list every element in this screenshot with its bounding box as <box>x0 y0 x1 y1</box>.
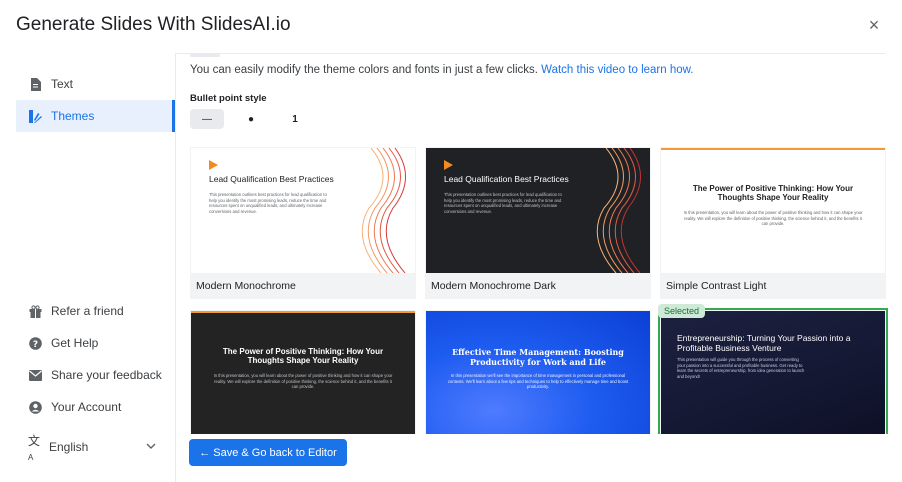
sidebar-item-help[interactable]: ? Get Help <box>16 327 174 359</box>
language-select[interactable]: 文A English <box>16 433 160 462</box>
theme-grid: Lead Qualification Best Practices This p… <box>190 147 890 434</box>
theme-name: Modern Monochrome <box>196 280 296 292</box>
theme-thumbnail: The Power of Positive Thinking: How Your… <box>191 311 415 434</box>
sidebar-item-feedback[interactable]: Share your feedback <box>16 359 174 391</box>
bullet-option-number[interactable]: 1 <box>278 109 312 129</box>
arrow-icon <box>444 160 453 170</box>
watch-video-link[interactable]: Watch this video to learn how. <box>541 64 693 76</box>
theme-card-modern-monochrome-dark[interactable]: Lead Qualification Best Practices This p… <box>425 147 651 299</box>
language-label: English <box>49 440 89 454</box>
sidebar-item-account[interactable]: Your Account <box>16 391 174 423</box>
themes-panel: You can easily modify the theme colors a… <box>190 54 890 482</box>
dialog-title: Generate Slides With SlidesAI.io <box>16 14 291 35</box>
theme-thumbnail: The Power of Positive Thinking: How Your… <box>661 148 885 273</box>
account-icon <box>28 400 42 414</box>
translate-icon: 文A <box>28 433 41 462</box>
svg-text:?: ? <box>32 340 37 350</box>
chevron-down-icon <box>146 439 156 453</box>
sidebar-item-label: Get Help <box>51 336 99 350</box>
wave-graphic <box>361 148 406 273</box>
sidebar-item-label: Your Account <box>51 400 122 414</box>
bullet-option-dash[interactable]: — <box>190 109 224 129</box>
theme-card-simple-contrast-light[interactable]: The Power of Positive Thinking: How Your… <box>660 147 886 299</box>
theme-card-simple-contrast-dark[interactable]: The Power of Positive Thinking: How Your… <box>190 310 416 434</box>
mail-icon <box>28 368 42 382</box>
theme-thumbnail: Entrepreneurship: Turning Your Passion i… <box>661 311 885 434</box>
theme-name: Simple Contrast Light <box>666 280 767 292</box>
sidebar-item-label: Share your feedback <box>51 368 162 382</box>
theme-thumbnail: Effective Time Management: Boosting Prod… <box>426 311 650 434</box>
scroll-remnant <box>190 54 220 57</box>
help-icon: ? <box>28 336 42 350</box>
sidebar: Text Themes Refer a friend ? Get Help Sh… <box>0 54 176 482</box>
themes-icon <box>28 109 42 123</box>
selected-badge: Selected <box>658 304 706 318</box>
theme-thumbnail: Lead Qualification Best Practices This p… <box>426 148 650 273</box>
gift-icon <box>28 304 42 318</box>
theme-card-modern-monochrome[interactable]: Lead Qualification Best Practices This p… <box>190 147 416 299</box>
close-icon[interactable]: × <box>866 16 882 34</box>
wave-graphic <box>596 148 641 273</box>
theme-card-midnight[interactable]: Entrepreneurship: Turning Your Passion i… <box>658 304 888 434</box>
save-button[interactable]: ← Save & Go back to Editor <box>189 439 347 466</box>
bullet-style-options: — ● 1 <box>190 109 322 129</box>
sidebar-item-themes[interactable]: Themes <box>16 100 175 132</box>
bullet-option-dot[interactable]: ● <box>234 109 268 129</box>
theme-thumbnail: Lead Qualification Best Practices This p… <box>191 148 415 273</box>
bullet-style-label: Bullet point style <box>190 93 267 104</box>
dialog-header: Generate Slides With SlidesAI.io × <box>0 0 902 54</box>
intro-text: You can easily modify the theme colors a… <box>190 64 694 76</box>
sidebar-item-label: Themes <box>51 109 95 123</box>
theme-name: Modern Monochrome Dark <box>431 280 556 292</box>
sidebar-item-label: Text <box>51 77 74 91</box>
sidebar-item-label: Refer a friend <box>51 304 124 318</box>
document-icon <box>28 77 42 91</box>
arrow-icon <box>209 160 218 170</box>
sidebar-item-text[interactable]: Text <box>16 68 174 100</box>
sidebar-item-refer[interactable]: Refer a friend <box>16 295 174 327</box>
theme-card-blue-gradient[interactable]: Effective Time Management: Boosting Prod… <box>425 310 651 434</box>
